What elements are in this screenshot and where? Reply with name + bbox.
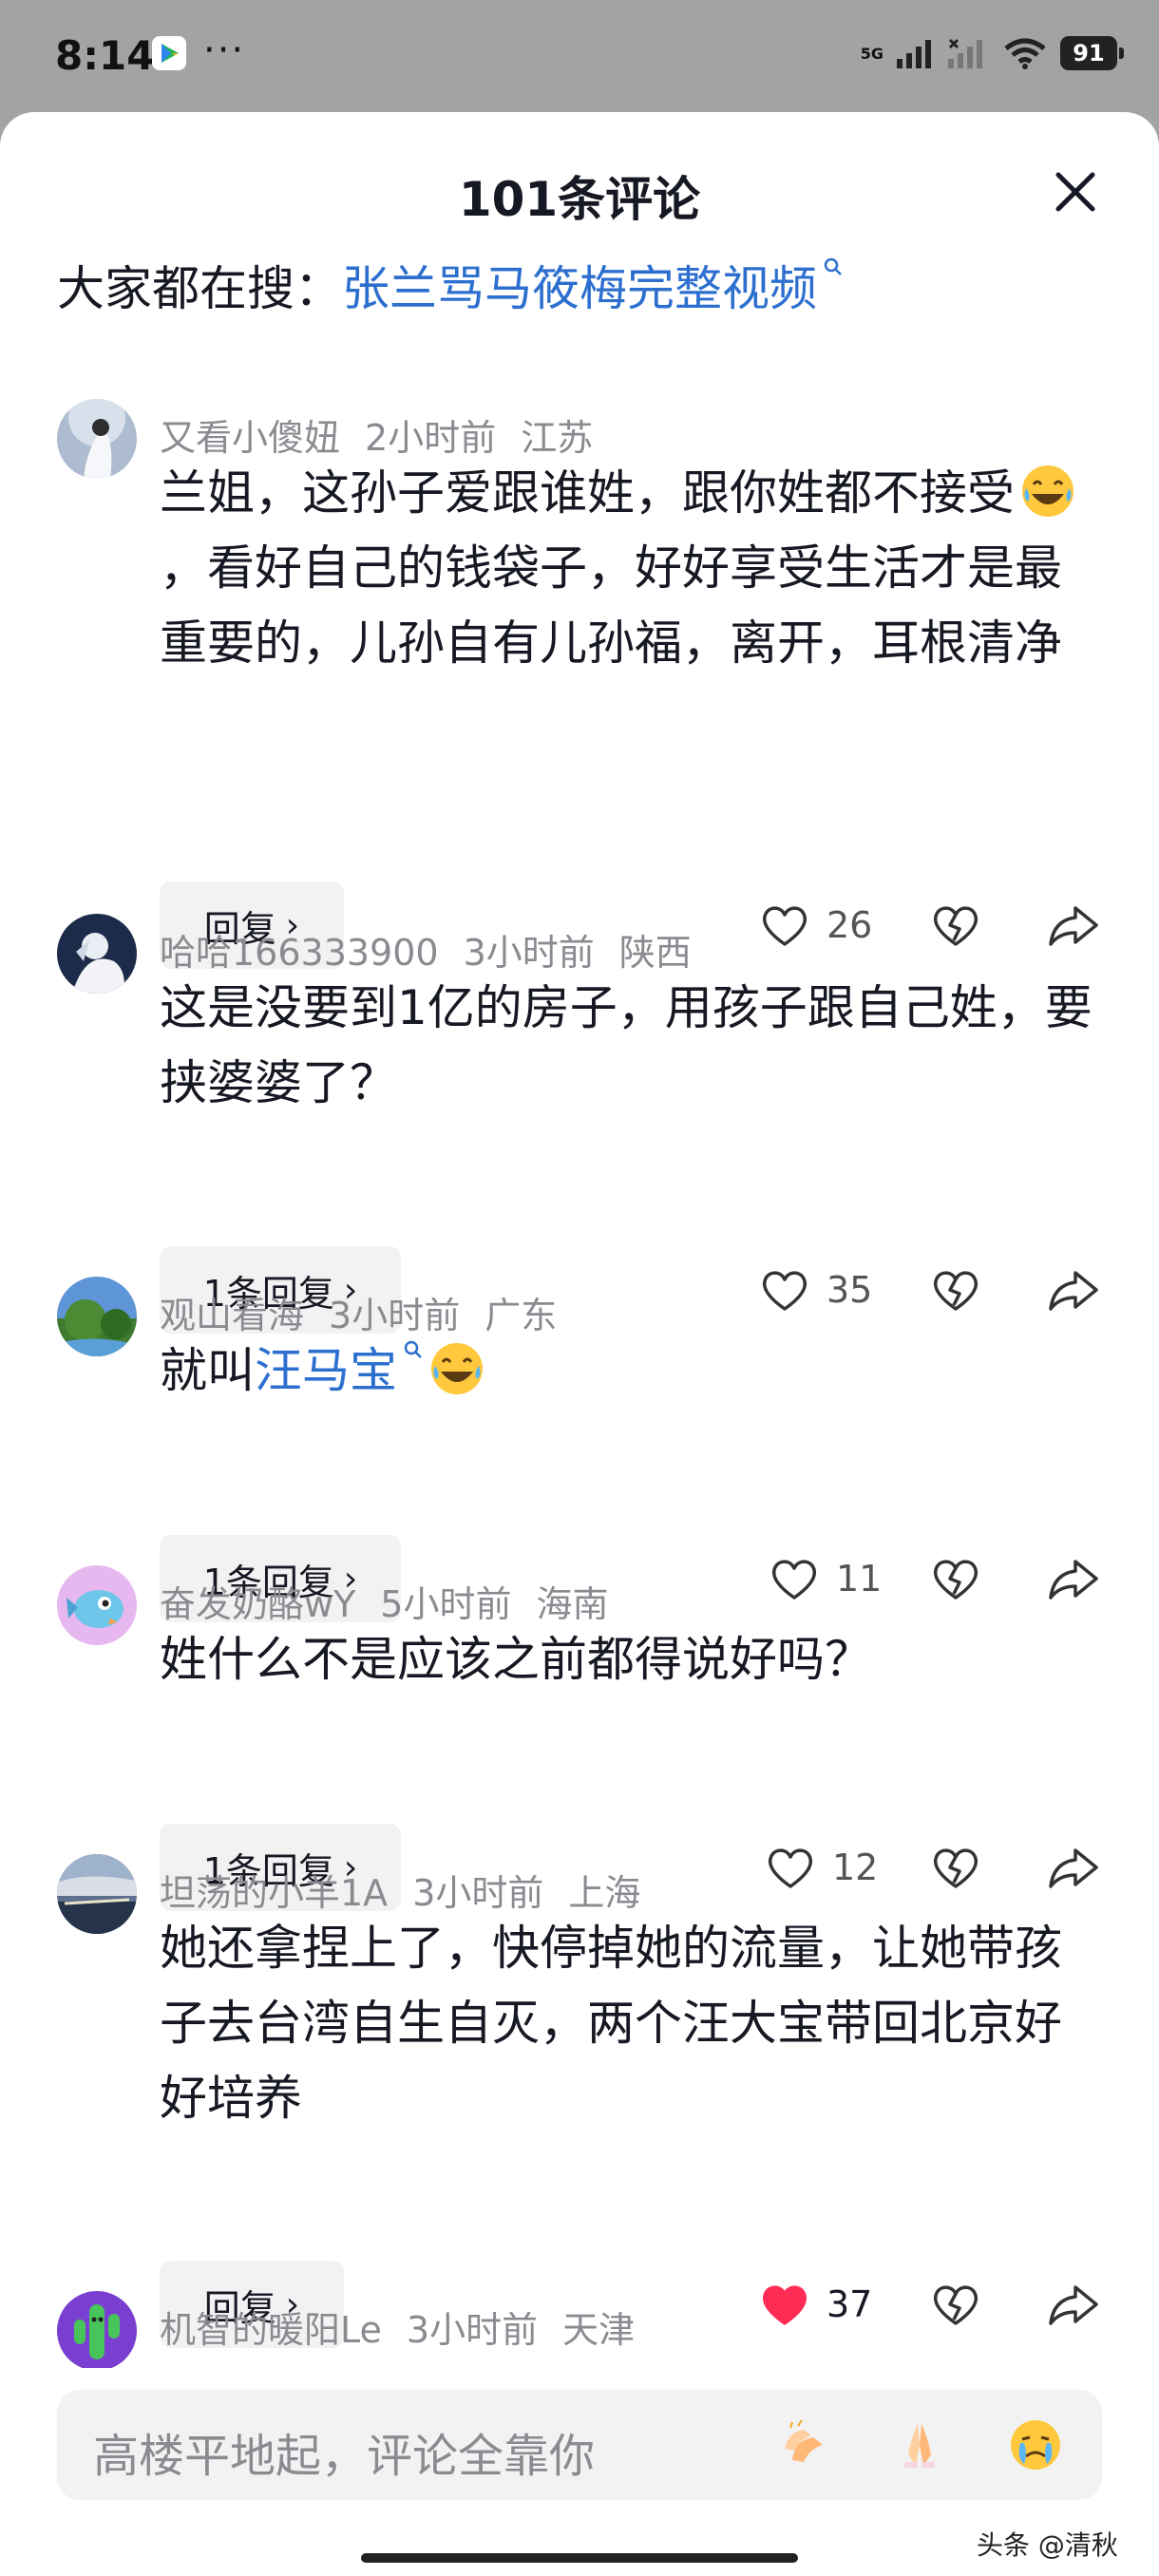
avatar[interactable] xyxy=(57,1277,137,1356)
status-bar: 8:14 ··· 5G 91 xyxy=(0,0,1159,112)
comment-meta: 机智的暖阳Le 3小时前 天津 xyxy=(160,2301,659,2353)
crying-emoji[interactable] xyxy=(1007,2416,1064,2473)
play-store-icon xyxy=(152,36,186,70)
dislike-button[interactable] xyxy=(931,902,988,948)
share-button[interactable] xyxy=(1047,902,1104,948)
network-type: 5G xyxy=(860,44,884,63)
home-indicator[interactable] xyxy=(361,2553,798,2563)
username[interactable]: 哈哈166333900 xyxy=(160,932,439,974)
comment-input[interactable]: 高楼平地起，评论全靠你 xyxy=(57,2390,1102,2500)
search-icon xyxy=(404,1340,422,1358)
dislike-button[interactable] xyxy=(931,1845,988,1890)
share-arrow-icon xyxy=(1049,2285,1098,2325)
like-count: 26 xyxy=(826,904,873,946)
wifi-icon xyxy=(1004,38,1046,69)
battery-level: 91 xyxy=(1073,40,1105,66)
signal-no-service-icon xyxy=(948,38,982,68)
comment-time: 5小时前 xyxy=(380,1583,512,1625)
comment-meta: 坦荡的小羊1A 3小时前 上海 xyxy=(160,1864,665,1916)
comment-meta: 观山看海 3小时前 广东 xyxy=(160,1286,581,1338)
comment-time: 3小时前 xyxy=(329,1295,461,1336)
broken-heart-icon xyxy=(933,1848,978,1888)
like-button[interactable]: 12 xyxy=(766,1845,889,1890)
like-button[interactable]: 11 xyxy=(770,1556,893,1601)
comment-location: 海南 xyxy=(536,1583,609,1625)
share-arrow-icon xyxy=(1049,1848,1098,1888)
like-count: 37 xyxy=(826,2283,873,2325)
like-count: 35 xyxy=(826,1269,873,1311)
broken-heart-icon xyxy=(933,1560,978,1600)
avatar[interactable] xyxy=(57,1565,137,1645)
share-button[interactable] xyxy=(1047,1845,1104,1890)
comment-time: 3小时前 xyxy=(463,932,595,974)
comment-list[interactable]: 又看小傻妞 2小时前 江苏 兰姐，这孙子爱跟谁姓，跟你姓都不接受 ，看好自己的钱袋子，… xyxy=(0,112,1159,2368)
avatar[interactable] xyxy=(57,1854,137,1934)
heart-outline-icon xyxy=(768,1848,813,1888)
comment-text-part: 兰姐，这孙子爱跟谁姓，跟你姓都不接受 xyxy=(160,465,1015,521)
comment-text: 兰姐，这孙子爱跟谁姓，跟你姓都不接受 ，看好自己的钱袋子，好好享受生活才是最重要的… xyxy=(160,456,1100,681)
comment-meta: 哈哈166333900 3小时前 陕西 xyxy=(160,923,716,975)
avatar[interactable] xyxy=(57,399,137,479)
comment-text: 就叫汪马宝 xyxy=(160,1334,1100,1409)
comment-text: 这是没要到1亿的房子，用孩子跟自己姓，要挟婆婆了？ xyxy=(160,980,1092,1110)
like-count: 11 xyxy=(836,1558,883,1600)
broken-heart-icon xyxy=(933,1271,978,1311)
avatar[interactable] xyxy=(57,914,137,994)
signal-icon xyxy=(897,40,931,68)
comment-text: 姓什么不是应该之前都得说好吗？ xyxy=(160,1632,872,1687)
username[interactable]: 又看小傻妞 xyxy=(160,417,340,459)
dislike-button[interactable] xyxy=(931,2282,988,2327)
laughing-tears-emoji xyxy=(431,1343,483,1394)
comment-text-part: 就叫 xyxy=(160,1343,255,1398)
heart-outline-icon xyxy=(771,1560,817,1600)
username[interactable]: 奋发奶酪wY xyxy=(160,1583,355,1625)
pray-emoji[interactable] xyxy=(891,2416,948,2473)
heart-filled-icon xyxy=(762,2285,808,2325)
share-button[interactable] xyxy=(1047,1556,1104,1601)
comment-time: 2小时前 xyxy=(365,417,497,459)
like-button[interactable]: 37 xyxy=(760,2282,884,2327)
comment-sheet: 101条评论 大家都在搜：张兰骂马筱梅完整视频 又看小傻妞 2小时前 江苏 兰姐，这… xyxy=(0,112,1159,2576)
username[interactable]: 机智的暖阳Le xyxy=(160,2309,382,2351)
heart-outline-icon xyxy=(762,1271,808,1311)
comment-text: 她还拿捏上了，快停掉她的流量，让她带孩子去台湾自生自灭，两个汪大宝带回北京好好培… xyxy=(160,1921,1062,2126)
share-arrow-icon xyxy=(1049,1271,1098,1311)
comment-time: 3小时前 xyxy=(412,1872,544,1914)
comment-meta: 又看小傻妞 2小时前 江苏 xyxy=(160,408,618,461)
dislike-button[interactable] xyxy=(931,1556,988,1601)
comment-location: 上海 xyxy=(568,1872,641,1914)
comment-location: 陕西 xyxy=(618,932,692,974)
status-time: 8:14 xyxy=(55,32,155,79)
battery-indicator: 91 xyxy=(1060,36,1124,70)
clap-emoji[interactable] xyxy=(775,2416,832,2473)
comment-location: 江苏 xyxy=(521,417,594,459)
heart-outline-icon xyxy=(762,906,808,946)
share-button[interactable] xyxy=(1047,1267,1104,1313)
comment-location: 广东 xyxy=(484,1295,558,1336)
like-count: 12 xyxy=(832,1847,879,1888)
comment-meta: 奋发奶酪wY 5小时前 海南 xyxy=(160,1575,634,1627)
broken-heart-icon xyxy=(933,906,978,946)
dislike-button[interactable] xyxy=(931,1267,988,1313)
comment-text-part: ，看好自己的钱袋子，好好享受生活才是最重要的，儿孙自有儿孙福，离开，耳根清净 xyxy=(160,540,1062,671)
comment-location: 天津 xyxy=(562,2309,636,2351)
like-button[interactable]: 35 xyxy=(760,1267,884,1313)
broken-heart-icon xyxy=(933,2285,978,2325)
hashtag-search-link[interactable]: 汪马宝 xyxy=(255,1343,397,1398)
username[interactable]: 坦荡的小羊1A xyxy=(160,1872,388,1914)
avatar[interactable] xyxy=(57,2291,137,2368)
share-arrow-icon xyxy=(1049,1560,1098,1600)
comment-time: 3小时前 xyxy=(406,2309,539,2351)
comment-input-placeholder: 高楼平地起，评论全靠你 xyxy=(93,2430,596,2483)
more-notifications-icon: ··· xyxy=(203,28,246,72)
like-button[interactable]: 26 xyxy=(760,902,884,948)
share-button[interactable] xyxy=(1047,2282,1104,2327)
username[interactable]: 观山看海 xyxy=(160,1295,304,1336)
laughing-tears-emoji xyxy=(1022,465,1074,517)
watermark: 头条 @清秋 xyxy=(977,2529,1118,2561)
share-arrow-icon xyxy=(1049,906,1098,946)
